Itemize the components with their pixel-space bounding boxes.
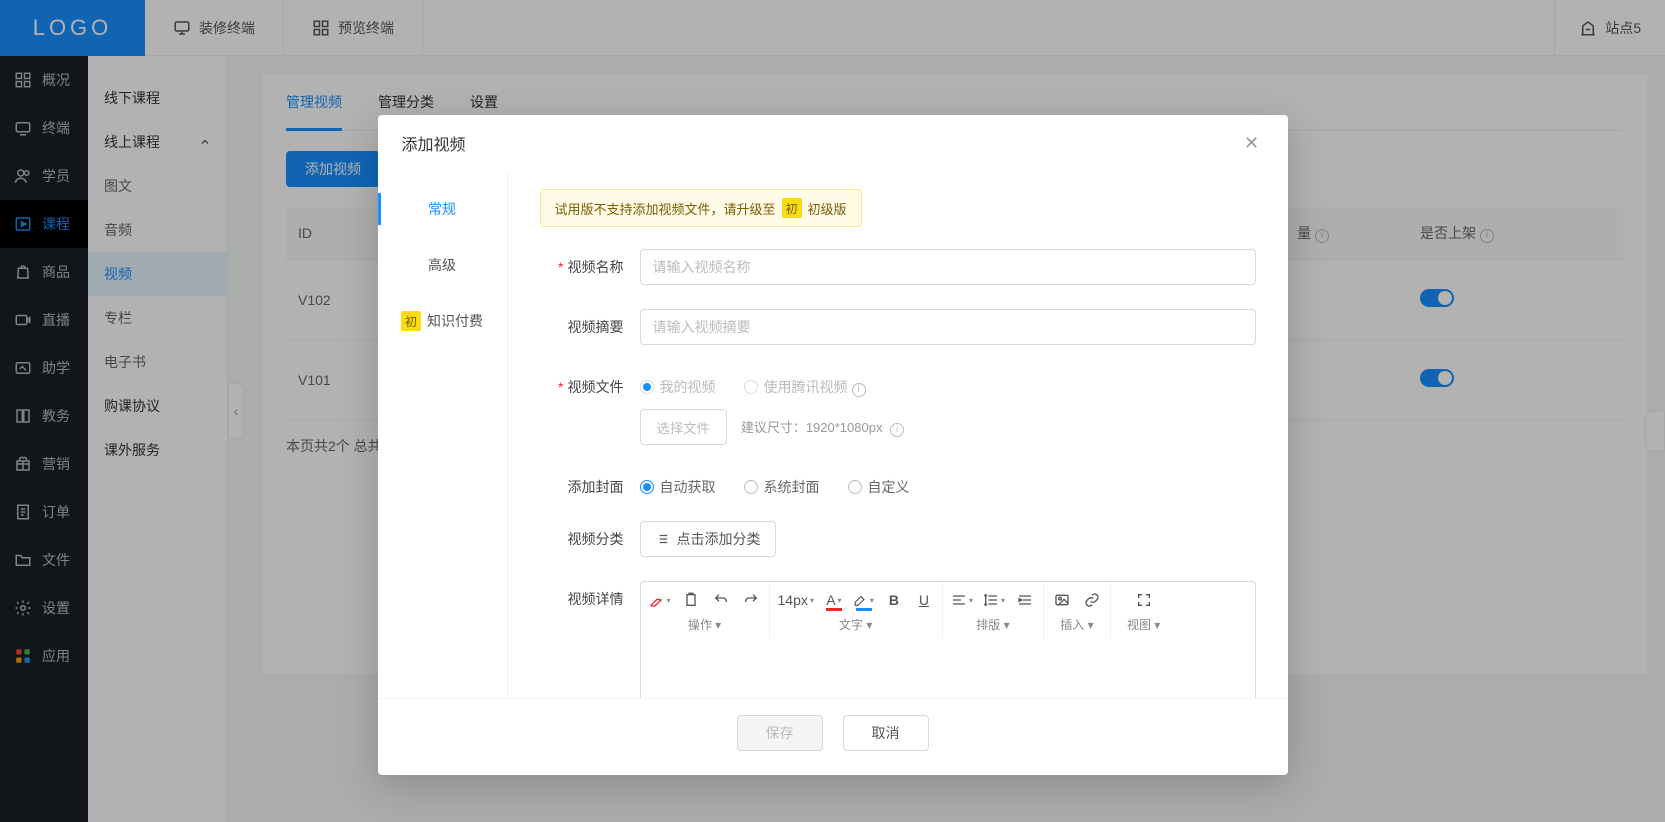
rte-align[interactable]: ▾ [947,586,977,614]
modal-title: 添加视频 [402,131,466,155]
line-height-icon [983,592,999,608]
fullscreen-icon [1136,592,1152,608]
modal-tab-advanced[interactable]: 高级 [378,237,507,293]
modal-form: 试用版不支持添加视频文件，请升级至 初 初级版 *视频名称 视频摘要 *视频文件… [508,171,1288,698]
rte-group-ops[interactable]: 操作 ▾ [676,614,733,637]
radio-cover-system[interactable]: 系统封面 [744,477,820,497]
rte-group-text[interactable]: 文字 ▾ [827,614,884,637]
badge-chu-icon: 初 [401,311,421,331]
clipboard-icon [683,592,699,608]
indent-icon [1017,592,1033,608]
cancel-button[interactable]: 取消 [843,715,929,751]
add-category-button[interactable]: 点击添加分类 [640,521,776,557]
rte-content[interactable] [641,639,1255,698]
rte-eraser[interactable]: ▾ [645,586,675,614]
upgrade-alert: 试用版不支持添加视频文件，请升级至 初 初级版 [540,189,862,227]
modal-tab-paid[interactable]: 初知识付费 [378,293,507,349]
align-left-icon [951,592,967,608]
badge-chu-icon: 初 [782,198,802,218]
save-button[interactable]: 保存 [737,715,823,751]
video-summary-input[interactable] [640,309,1256,345]
rte-redo[interactable] [737,586,765,614]
label-category: 视频分类 [540,521,640,549]
radio-cover-custom[interactable]: 自定义 [848,477,910,497]
close-button[interactable]: ✕ [1240,131,1264,155]
rte-image[interactable] [1048,586,1076,614]
rte-forecolor[interactable]: A▾ [820,586,848,614]
paint-icon [854,593,868,607]
radio-cover-auto[interactable]: 自动获取 [640,477,716,497]
rte-paste[interactable] [677,586,705,614]
rte-group-layout[interactable]: 排版 ▾ [964,614,1021,637]
rte-fullscreen[interactable] [1130,586,1158,614]
rte-link[interactable] [1078,586,1106,614]
rte-undo[interactable] [707,586,735,614]
image-icon [1054,592,1070,608]
eraser-icon [649,592,665,608]
modal-left-tabs: 常规 高级 初知识付费 [378,171,508,698]
choose-file-button[interactable]: 选择文件 [640,409,727,445]
info-icon[interactable]: i [890,423,904,437]
list-icon [655,532,669,546]
radio-tencent-video[interactable]: 使用腾讯视频i [744,377,866,397]
file-hint: 建议尺寸：1920*1080px i [741,417,904,437]
video-name-input[interactable] [640,249,1256,285]
rich-text-editor: ▾ 操作 ▾ 14px▾ A▾ [640,581,1256,698]
undo-icon [713,592,729,608]
rte-backcolor[interactable]: ▾ [850,586,878,614]
modal-tab-basic[interactable]: 常规 [378,181,507,237]
link-icon [1084,592,1100,608]
label-file: *视频文件 [540,369,640,397]
rte-group-view[interactable]: 视图 ▾ [1115,614,1172,637]
label-summary: 视频摘要 [540,309,640,337]
add-video-modal: 添加视频 ✕ 常规 高级 初知识付费 试用版不支持添加视频文件，请升级至 初 初… [378,115,1288,775]
rte-group-insert[interactable]: 插入 ▾ [1048,614,1105,637]
label-cover: 添加封面 [540,469,640,497]
rte-underline[interactable]: U [910,586,938,614]
rte-fontsize[interactable]: 14px▾ [774,586,818,614]
label-name: *视频名称 [540,249,640,277]
redo-icon [743,592,759,608]
rte-lineheight[interactable]: ▾ [979,586,1009,614]
radio-my-video[interactable]: 我的视频 [640,377,716,397]
rte-bold[interactable]: B [880,586,908,614]
label-detail: 视频详情 [540,581,640,609]
rte-indent[interactable] [1011,586,1039,614]
info-icon[interactable]: i [852,383,866,397]
